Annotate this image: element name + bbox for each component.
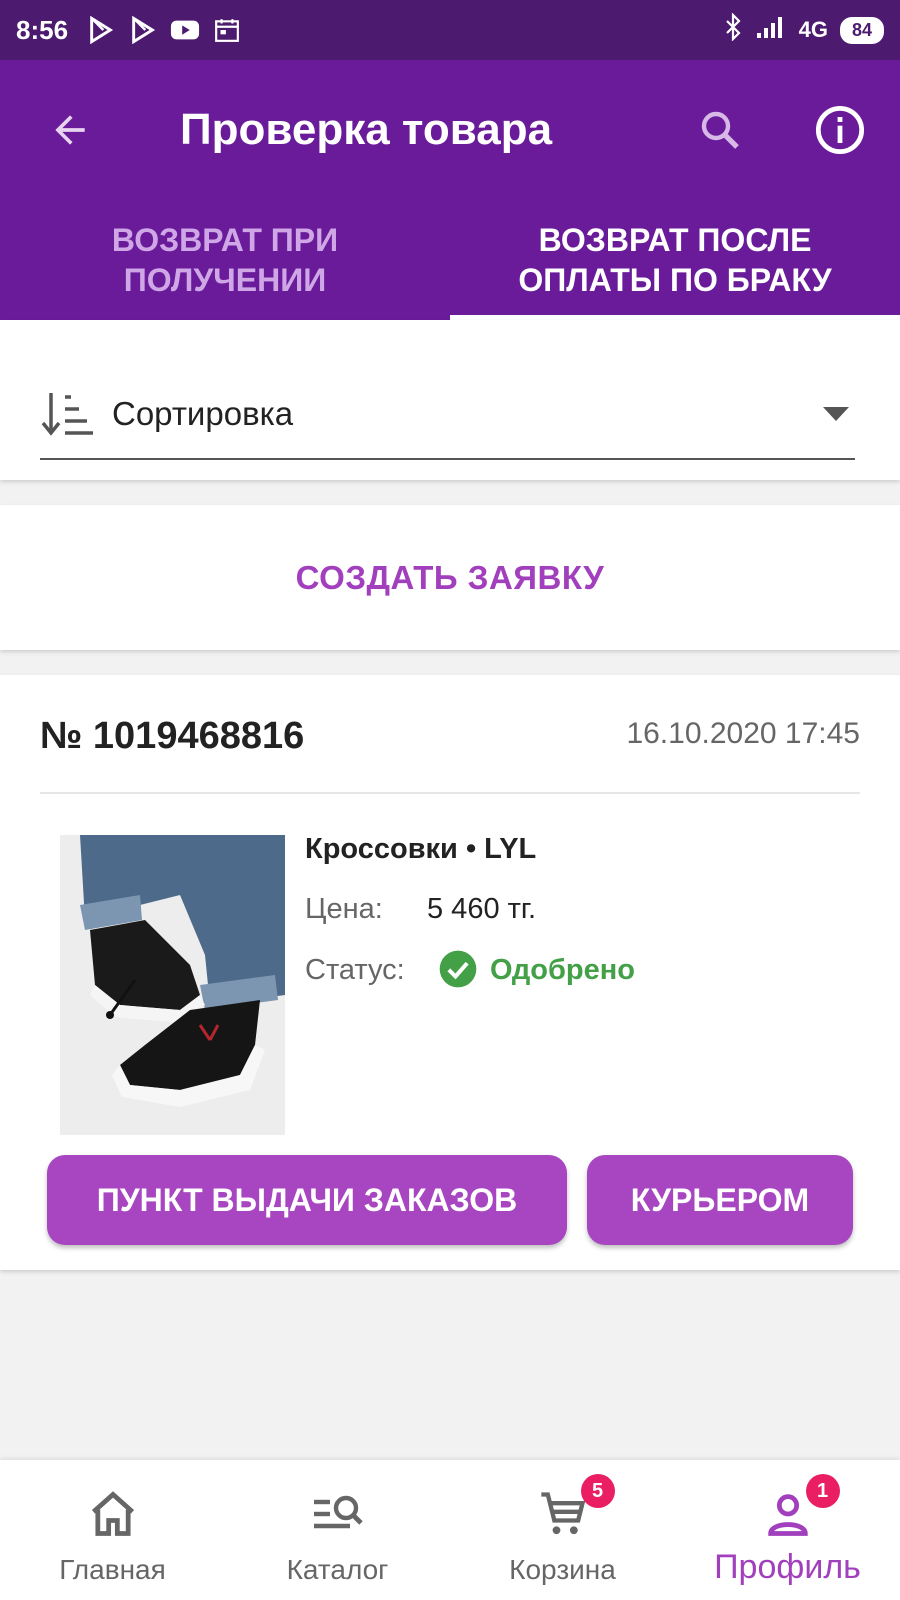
youtube-icon	[170, 15, 200, 45]
network-type: 4G	[798, 17, 828, 42]
courier-button[interactable]: КУРЬЕРОМ	[587, 1155, 853, 1245]
battery-indicator: 84	[839, 16, 884, 44]
sort-icon	[40, 389, 96, 439]
status-label: Статус:	[305, 954, 405, 986]
tab-return-after-payment-defect[interactable]: Возврат после оплаты по браку	[450, 200, 900, 320]
info-icon[interactable]	[810, 100, 870, 160]
sort-panel: Сортировка	[0, 320, 900, 480]
status-value: Одобрено	[490, 954, 635, 986]
profile-badge: 1	[805, 1474, 840, 1508]
tab-return-on-receipt[interactable]: Возврат при получении	[0, 200, 450, 320]
divider	[40, 792, 860, 794]
nav-label-cart: Корзина	[509, 1554, 616, 1585]
nav-item-cart[interactable]: 5 Корзина	[450, 1460, 675, 1600]
signal-icon	[755, 15, 787, 45]
back-arrow-icon[interactable]	[40, 100, 100, 160]
create-request-button[interactable]: СОЗДАТЬ ЗАЯВКУ	[296, 559, 605, 597]
play-store-icon	[128, 15, 158, 45]
create-request-panel: СОЗДАТЬ ЗАЯВКУ	[0, 505, 900, 650]
calendar-icon	[212, 15, 242, 45]
status-bar: 8:56 4G 84	[0, 0, 900, 60]
order-date: 16.10.2020 17:45	[626, 717, 860, 750]
pickup-point-button[interactable]: ПУНКТ ВЫДАЧИ ЗАКАЗОВ	[47, 1155, 567, 1245]
price-value: 5 460 тг.	[427, 893, 537, 925]
cart-badge: 5	[580, 1474, 615, 1508]
bottom-navigation: Главная Каталог 5 Корзина 1 Профиль	[0, 1460, 900, 1600]
nav-label-home: Главная	[59, 1554, 166, 1585]
chevron-down-icon	[823, 407, 849, 421]
search-icon[interactable]	[690, 100, 750, 160]
tab-bar: Возврат при получении Возврат после опла…	[0, 200, 900, 320]
home-icon	[83, 1484, 143, 1544]
check-circle-icon	[438, 949, 478, 989]
order-number: № 1019468816	[40, 715, 305, 757]
app-bar: Проверка товара	[0, 60, 900, 200]
sort-dropdown[interactable]: Сортировка	[40, 370, 855, 460]
nav-item-home[interactable]: Главная	[0, 1460, 225, 1600]
product-name: Кроссовки • LYL	[305, 833, 537, 865]
profile-icon: 1	[758, 1474, 840, 1544]
bluetooth-icon	[723, 12, 743, 47]
price-label: Цена:	[305, 893, 383, 925]
status-time: 8:56	[16, 14, 69, 45]
order-card: № 1019468816 16.10.2020 17:45 Кроссовки …	[0, 675, 900, 1270]
nav-item-profile[interactable]: 1 Профиль	[675, 1460, 900, 1600]
play-store-icon	[86, 15, 116, 45]
nav-label-profile: Профиль	[714, 1548, 861, 1586]
nav-item-catalog[interactable]: Каталог	[225, 1460, 450, 1600]
sort-label: Сортировка	[112, 395, 294, 432]
product-image[interactable]	[60, 835, 285, 1135]
nav-label-catalog: Каталог	[286, 1554, 389, 1585]
cart-icon: 5	[533, 1474, 615, 1544]
catalog-search-icon	[308, 1484, 368, 1544]
page-title: Проверка товара	[180, 105, 553, 154]
